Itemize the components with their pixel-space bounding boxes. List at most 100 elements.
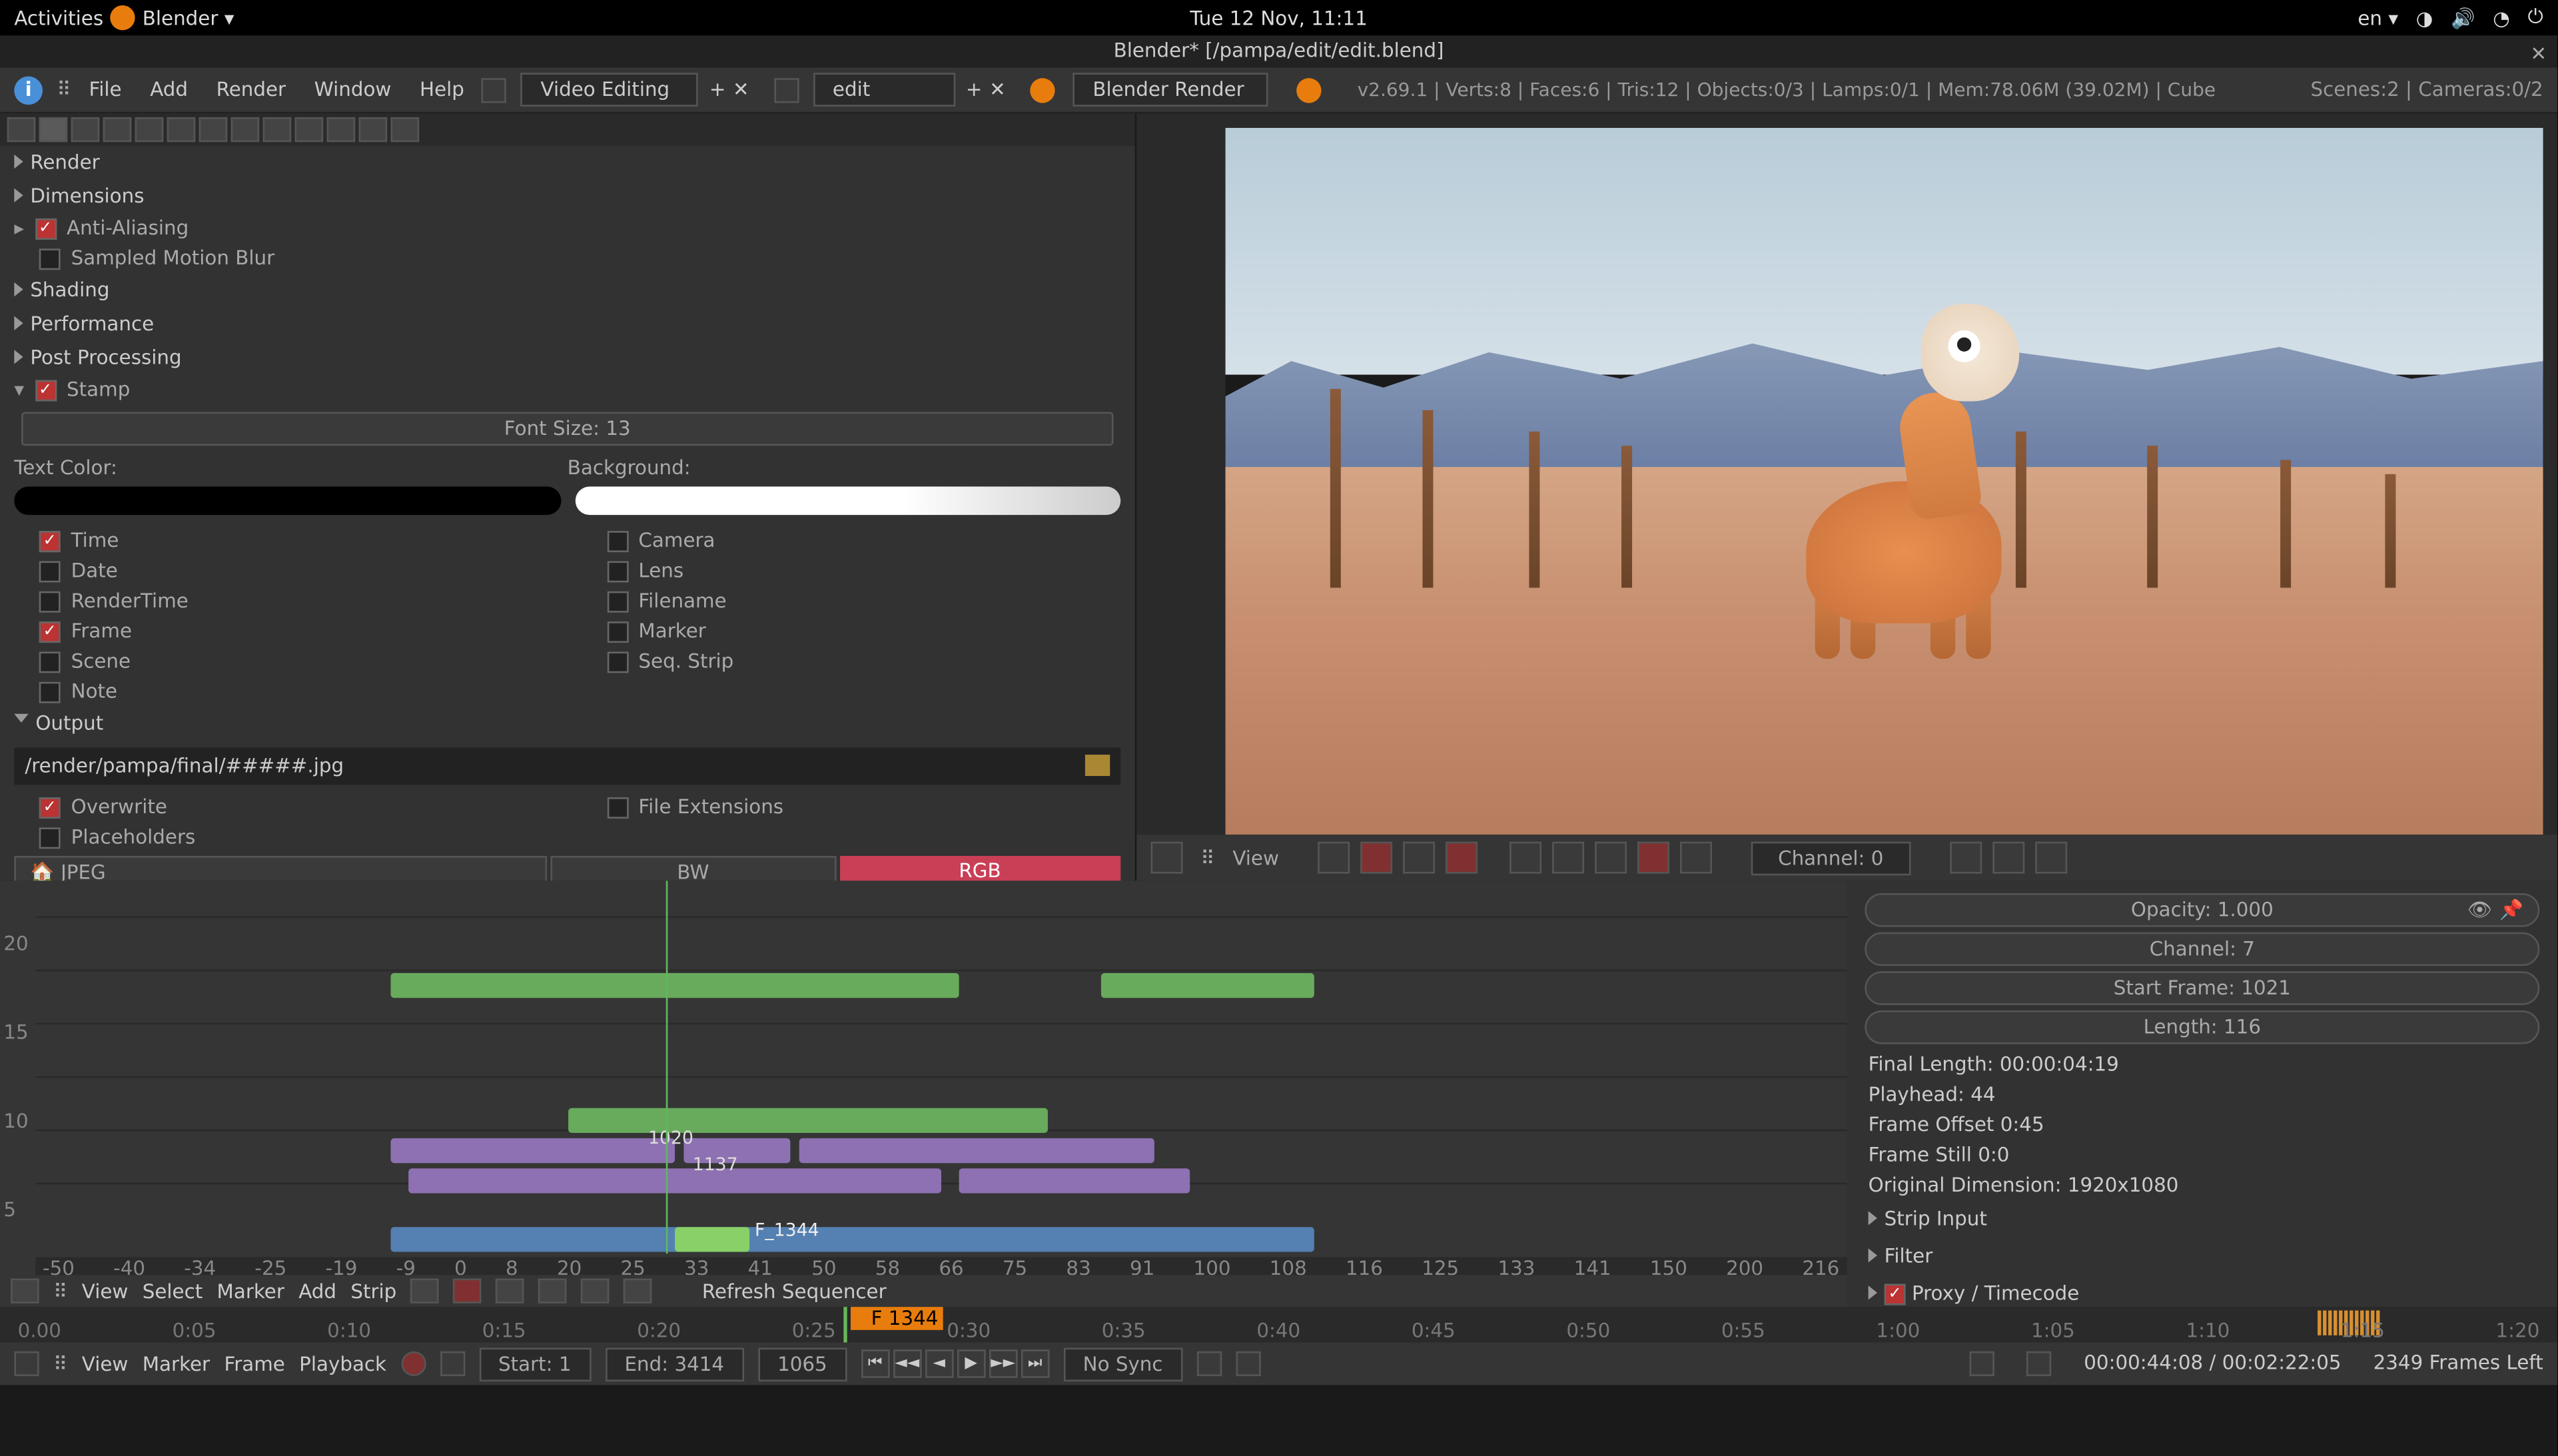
effect-strip[interactable] <box>799 1138 1154 1163</box>
timeline-scrubber[interactable]: ◆F 1344 0.000:050:100:150:200:250:300:35… <box>0 1307 2557 1342</box>
preview-mode4-icon[interactable] <box>1446 842 1478 874</box>
seq-mode6-icon[interactable] <box>624 1279 653 1303</box>
props-tab-render-icon[interactable] <box>7 117 36 142</box>
preview-opt1-icon[interactable] <box>1510 842 1542 874</box>
effect-strip[interactable] <box>408 1168 941 1193</box>
current-frame-field[interactable]: 1065 <box>758 1347 847 1381</box>
next-keyframe-icon[interactable]: ►► <box>989 1349 1017 1378</box>
props-tab-scene-icon[interactable] <box>103 117 132 142</box>
clock-icon[interactable]: ◔ <box>2493 6 2510 29</box>
scene-select[interactable]: edit <box>813 73 955 107</box>
datetime-label[interactable]: Tue 12 Nov, 11:11 <box>1190 6 1367 29</box>
panel-dimensions[interactable]: Dimensions <box>0 179 1135 213</box>
language-indicator[interactable]: en ▾ <box>2357 6 2398 29</box>
stamp-marker-checkbox[interactable] <box>606 621 628 642</box>
format-select[interactable]: 🏠 JPEG <box>14 856 547 881</box>
stamp-checkbox[interactable] <box>35 379 56 400</box>
eye-icon[interactable]: 👁 <box>2467 899 2492 922</box>
menu-window[interactable]: Window <box>304 75 402 105</box>
sync-select[interactable]: No Sync <box>1063 1347 1182 1381</box>
stamp-note-checkbox[interactable] <box>39 681 61 702</box>
effect-strip[interactable] <box>391 1138 675 1163</box>
panel-shading[interactable]: Shading <box>0 274 1135 308</box>
output-path-field[interactable]: /render/pampa/final/#####.jpg <box>14 747 1120 785</box>
props-tab-material-icon[interactable] <box>295 117 324 142</box>
video-strip[interactable] <box>1101 973 1314 998</box>
folder-icon[interactable] <box>1085 755 1110 776</box>
layout-add-icon[interactable]: + <box>709 78 726 101</box>
selected-strip[interactable] <box>675 1227 749 1252</box>
panel-filter[interactable]: Filter <box>1854 1238 2550 1275</box>
stamp-scene-checkbox[interactable] <box>39 651 61 672</box>
tl-marker-menu[interactable]: Marker <box>143 1352 210 1375</box>
start-frame-field[interactable]: Start Frame: 1021 <box>1865 971 2539 1005</box>
tl-lock-icon[interactable] <box>440 1351 464 1376</box>
text-color-swatch[interactable] <box>14 486 560 515</box>
preview-mode2-icon[interactable] <box>1361 842 1393 874</box>
app-menu[interactable]: Blender ▾ <box>143 6 234 29</box>
play-icon[interactable]: ▶ <box>957 1349 985 1378</box>
audio-strip[interactable] <box>391 1227 1314 1252</box>
seq-select-menu[interactable]: Select <box>143 1279 203 1303</box>
preview-cam-icon[interactable] <box>1992 842 2024 874</box>
menu-add[interactable]: Add <box>139 75 199 105</box>
seq-mode3-icon[interactable] <box>496 1279 525 1303</box>
jump-start-icon[interactable]: ⏮ <box>861 1349 889 1378</box>
preview-opt2-icon[interactable] <box>1553 842 1585 874</box>
seq-strip-menu[interactable]: Strip <box>350 1279 396 1303</box>
props-tab-data-icon[interactable] <box>263 117 292 142</box>
opacity-field[interactable]: Opacity: 1.000 👁📌 <box>1865 893 2539 927</box>
channel-field[interactable]: Channel: 7 <box>1865 932 2539 966</box>
scene-add-icon[interactable]: + <box>966 78 983 101</box>
preview-editor-type-icon[interactable] <box>1151 842 1183 874</box>
anti-aliasing-checkbox[interactable] <box>35 218 56 239</box>
preview-opt5-icon[interactable] <box>1680 842 1712 874</box>
render-engine-select[interactable]: Blender Render <box>1073 73 1268 107</box>
props-tab-world-icon[interactable] <box>135 117 164 142</box>
info-icon[interactable]: i <box>14 75 43 104</box>
stamp-date-checkbox[interactable] <box>39 560 61 581</box>
jump-end-icon[interactable]: ⏭ <box>1021 1349 1049 1378</box>
props-tab-texture-icon[interactable] <box>327 117 356 142</box>
preview-view-menu[interactable]: View <box>1232 846 1279 869</box>
panel-render[interactable]: Render <box>0 146 1135 180</box>
rgb-button[interactable]: RGB <box>839 856 1121 881</box>
length-field[interactable]: Length: 116 <box>1865 1010 2539 1044</box>
video-strip[interactable] <box>568 1108 1048 1133</box>
tl-keying-icon[interactable] <box>1236 1351 1260 1376</box>
tl-playback-menu[interactable]: Playback <box>299 1352 386 1375</box>
volume-icon[interactable]: 🔊 <box>2451 6 2475 29</box>
font-size-slider[interactable]: Font Size: 13 <box>21 412 1114 446</box>
stamp-lens-checkbox[interactable] <box>606 560 628 581</box>
stamp-camera-checkbox[interactable] <box>606 530 628 551</box>
panel-strip-input[interactable]: Strip Input <box>1854 1200 2550 1238</box>
tl-audio-icon[interactable] <box>1196 1351 1221 1376</box>
file-ext-checkbox[interactable] <box>606 797 628 818</box>
props-tab-modifiers-icon[interactable] <box>231 117 260 142</box>
scene-icon[interactable] <box>774 77 799 102</box>
overwrite-checkbox[interactable] <box>39 797 61 818</box>
stamp-time-checkbox[interactable] <box>39 530 61 551</box>
layout-grid-icon[interactable] <box>482 77 507 102</box>
playhead[interactable] <box>666 881 668 1254</box>
panel-performance[interactable]: Performance <box>0 307 1135 341</box>
refresh-sequencer-button[interactable]: Refresh Sequencer <box>702 1279 887 1303</box>
scene-close-icon[interactable]: ✕ <box>989 78 1006 101</box>
stamp-frame-checkbox[interactable] <box>39 621 61 642</box>
props-tab-camera-icon[interactable] <box>39 117 68 142</box>
seq-editor-type-icon[interactable] <box>11 1279 39 1303</box>
seq-marker-menu[interactable]: Marker <box>217 1279 284 1303</box>
layout-select[interactable]: Video Editing <box>521 73 699 107</box>
stamp-filename-checkbox[interactable] <box>606 590 628 611</box>
preview-mode1-icon[interactable] <box>1318 842 1350 874</box>
placeholders-checkbox[interactable] <box>39 827 61 848</box>
preview-channel-field[interactable]: Channel: 0 <box>1751 841 1910 875</box>
tl-view-menu[interactable]: View <box>82 1352 129 1375</box>
close-icon[interactable]: ✕ <box>2530 39 2547 71</box>
preview-mode3-icon[interactable] <box>1404 842 1436 874</box>
preview-extra-icon[interactable] <box>2034 842 2066 874</box>
seq-mode1-icon[interactable] <box>411 1279 440 1303</box>
props-tab-constraints-icon[interactable] <box>199 117 228 142</box>
pin-icon[interactable]: 📌 <box>2499 899 2524 922</box>
props-tab-physics-icon[interactable] <box>391 117 420 142</box>
